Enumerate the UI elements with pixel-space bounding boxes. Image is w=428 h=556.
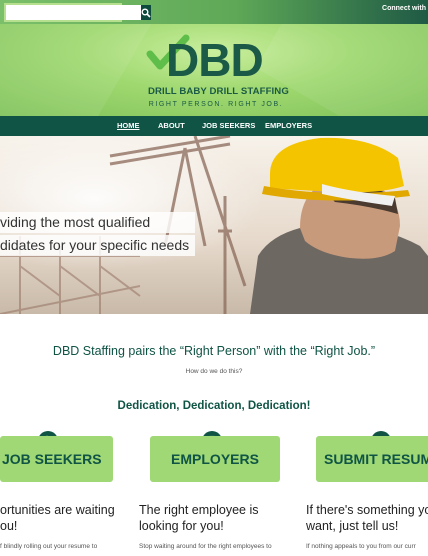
employers-title: The right employee is looking for you! <box>139 502 259 534</box>
submit-resume-body: If nothing appeals to you from our curr <box>306 543 416 550</box>
hero-banner: viding the most qualified didates for yo… <box>0 136 428 314</box>
submit-resume-button[interactable]: SUBMIT RESUM <box>316 436 428 482</box>
employers-body: Stop waiting around for the right employ… <box>139 543 272 550</box>
job-seekers-title-line1: ortunities are waiting <box>0 503 115 517</box>
top-utility-bar: Connect with <box>0 0 428 24</box>
submit-resume-title: If there's something yo want, just tell … <box>306 502 428 534</box>
main-navigation: HOME ABOUT JOB SEEKERS EMPLOYERS <box>0 116 428 136</box>
intro-subtext: How do we do this? <box>185 368 243 375</box>
search-box <box>4 3 151 22</box>
search-button[interactable] <box>141 5 151 20</box>
nav-item-job-seekers[interactable]: JOB SEEKERS <box>202 121 255 130</box>
hero-headline: viding the most qualified didates for yo… <box>0 212 196 258</box>
logo-company-name: DRILL BABY DRILL STAFFING <box>148 86 289 97</box>
hero-line-1: viding the most qualified <box>0 212 196 233</box>
connect-with-text[interactable]: Connect with <box>382 5 426 12</box>
dedication-heading: Dedication, Dedication, Dedication! <box>117 400 311 412</box>
employers-title-line2: looking for you! <box>139 519 224 533</box>
nav-item-employers[interactable]: EMPLOYERS <box>265 121 312 130</box>
nav-item-home[interactable]: HOME <box>117 121 140 130</box>
site-logo[interactable]: DBD DRILL BABY DRILL STAFFING RIGHT PERS… <box>146 34 289 110</box>
logo-letters: DBD <box>166 34 263 82</box>
job-seekers-title: ortunities are waiting ou! <box>0 502 115 534</box>
search-input[interactable] <box>6 5 141 20</box>
employers-title-line1: The right employee is <box>139 503 259 517</box>
logo-tagline: RIGHT PERSON. RIGHT JOB. <box>148 101 284 108</box>
job-seekers-title-line2: ou! <box>0 519 18 533</box>
employers-button[interactable]: EMPLOYERS <box>150 436 280 482</box>
submit-resume-title-line1: If there's something yo <box>306 503 428 517</box>
search-icon <box>141 8 151 18</box>
submit-resume-title-line2: want, just tell us! <box>306 519 399 533</box>
hero-line-2: didates for your specific needs <box>0 235 196 256</box>
job-seekers-body: f blindly rolling out your resume to <box>0 543 98 550</box>
dbd-logo-mark: DBD <box>146 34 264 82</box>
job-seekers-button[interactable]: JOB SEEKERS <box>0 436 113 482</box>
nav-item-about[interactable]: ABOUT <box>158 121 185 130</box>
intro-tagline: DBD Staffing pairs the “Right Person” wi… <box>52 344 376 358</box>
site-header: DBD DRILL BABY DRILL STAFFING RIGHT PERS… <box>0 24 428 116</box>
